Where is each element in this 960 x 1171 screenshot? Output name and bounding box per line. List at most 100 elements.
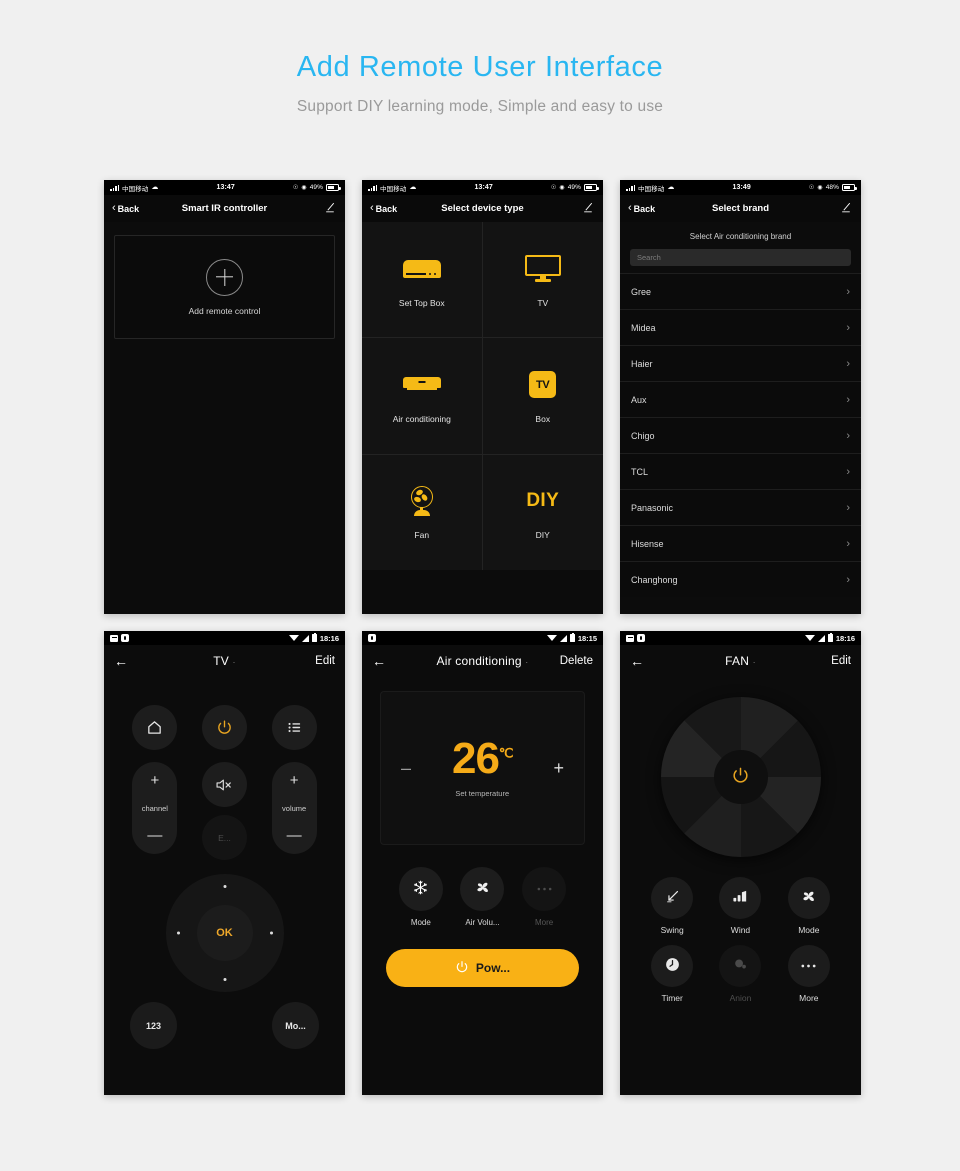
dpad[interactable]: OK [165, 874, 284, 992]
ok-button[interactable]: OK [196, 905, 253, 961]
back-button[interactable]: ‹ Back [370, 203, 397, 214]
power-button[interactable] [201, 705, 247, 750]
edit-pencil-icon[interactable] [324, 201, 337, 216]
edit-pencil-icon[interactable] [840, 201, 853, 216]
nav-bar: ← Air conditioning · Delete [362, 645, 603, 677]
signal-icon [560, 634, 568, 642]
page-title: Add Remote User Interface [296, 51, 664, 83]
device-cell-air-conditioning[interactable]: Air conditioning [362, 338, 483, 455]
wifi-icon [805, 635, 816, 641]
mode-button[interactable]: Mode [787, 877, 830, 935]
temp-increase-button[interactable]: + [553, 759, 564, 777]
brand-row[interactable]: Hisense › [620, 525, 861, 561]
phone-select-device-type: 中国移动 ☁ 13:47 ☉ ◉ 49% ‹ Back Select devic… [362, 180, 603, 614]
android-status-bar: 18:16 [104, 631, 345, 645]
chevron-left-icon: ‹ [628, 202, 632, 214]
extra-button[interactable]: E... [201, 815, 247, 860]
dpad-up-icon[interactable] [223, 885, 226, 888]
more-button[interactable]: More [787, 945, 830, 1003]
volume-minus[interactable]: — [287, 828, 302, 843]
back-button[interactable]: ‹ Back [112, 203, 139, 214]
wind-button[interactable]: Wind [719, 877, 762, 935]
swing-button[interactable]: Swing [651, 877, 694, 935]
dpad-left-icon[interactable] [176, 931, 180, 935]
device-cell-set-top-box[interactable]: Set Top Box [362, 222, 483, 339]
volume-stepper[interactable]: + volume — [271, 762, 317, 854]
numeric-keypad-button[interactable]: 123 [130, 1002, 177, 1049]
back-arrow-icon[interactable]: ← [372, 654, 386, 668]
mute-icon [215, 777, 233, 793]
brand-row[interactable]: TCL › [620, 453, 861, 489]
swing-label: Swing [660, 925, 684, 935]
brand-row[interactable]: Changhong › [620, 561, 861, 597]
anion-label: Anion [729, 993, 752, 1003]
power-button[interactable]: Pow... [386, 949, 579, 987]
wifi-icon: ☁ [667, 184, 675, 191]
add-remote-control-card[interactable]: Add remote control [114, 235, 335, 339]
nav-title-dot: · [752, 657, 756, 667]
search-input[interactable]: Search [630, 249, 851, 266]
brand-row[interactable]: Gree › [620, 273, 861, 309]
brand-row[interactable]: Chigo › [620, 417, 861, 453]
edit-button[interactable]: Edit [831, 655, 851, 667]
back-arrow-icon[interactable]: ← [114, 654, 128, 668]
brand-row[interactable]: Aux › [620, 381, 861, 417]
carrier-label: 中国移动 [380, 185, 407, 193]
channel-plus[interactable]: + [150, 773, 159, 788]
fan-blade-icon [474, 879, 491, 899]
device-cell-tv[interactable]: TV [482, 222, 603, 339]
battery-icon [842, 184, 857, 191]
mode-button[interactable]: Mode [398, 867, 443, 927]
menu-button[interactable] [271, 705, 317, 750]
status-time: 18:16 [835, 633, 855, 643]
brand-label: Chigo [631, 430, 655, 441]
dpad-right-icon[interactable] [269, 931, 273, 935]
back-button[interactable]: ‹ Back [628, 203, 655, 214]
edit-pencil-icon[interactable] [582, 201, 595, 216]
anion-button[interactable]: Anion [719, 945, 762, 1003]
fan-power-button[interactable] [713, 750, 768, 804]
device-cell-box[interactable]: TV Box [482, 338, 603, 455]
brand-row[interactable]: Haier › [620, 345, 861, 381]
nav-bar: ← FAN · Edit [620, 645, 861, 677]
android-status-bar: 18:16 [620, 631, 861, 645]
air-volume-circle [460, 867, 505, 911]
brand-row[interactable]: Midea › [620, 309, 861, 345]
more-circle [787, 945, 830, 987]
device-cell-diy[interactable]: DIY DIY [482, 454, 603, 570]
back-arrow-icon[interactable]: ← [630, 654, 644, 668]
more-button[interactable]: More [522, 867, 567, 927]
chevron-right-icon: › [846, 537, 850, 550]
more-dots-icon [536, 884, 553, 895]
status-left: 中国移动 ☁ [110, 183, 159, 193]
channel-minus[interactable]: — [147, 828, 162, 843]
temp-decrease-button[interactable]: – [401, 759, 411, 777]
fan-wheel[interactable] [660, 697, 821, 857]
diy-icon-text: DIY [526, 490, 560, 512]
screenshot-grid: 中国移动 ☁ 13:47 ☉ ◉ 49% ‹ Back Smart IR con… [104, 180, 862, 1095]
volume-plus[interactable]: + [290, 773, 299, 788]
signal-icon [368, 184, 377, 191]
mute-button[interactable] [201, 762, 247, 807]
device-cell-fan[interactable]: Fan [362, 454, 483, 570]
dpad-down-icon[interactable] [223, 978, 226, 981]
signal-icon [302, 634, 310, 642]
air-conditioner-icon [402, 368, 441, 402]
temp-value: 26 [451, 734, 500, 784]
fan-blade-icon [800, 888, 817, 908]
lock-icon: ◉ [559, 185, 565, 191]
more-button[interactable]: Mo... [272, 1002, 319, 1049]
delete-button[interactable]: Delete [560, 655, 593, 667]
edit-button[interactable]: Edit [315, 655, 335, 667]
home-button[interactable] [132, 705, 178, 750]
sim-icon [110, 634, 118, 642]
shield-icon [637, 634, 645, 642]
air-volume-button[interactable]: Air Volu... [460, 867, 505, 927]
channel-stepper[interactable]: + channel — [132, 762, 178, 854]
brand-label: Aux [631, 394, 647, 405]
ac-action-row: Mode Air Volu... More [380, 845, 585, 927]
nav-bar: ‹ Back Select device type [362, 195, 603, 222]
timer-button[interactable]: Timer [651, 945, 694, 1003]
status-right: ☉ ◉ 49% [293, 184, 341, 191]
brand-row[interactable]: Panasonic › [620, 489, 861, 525]
